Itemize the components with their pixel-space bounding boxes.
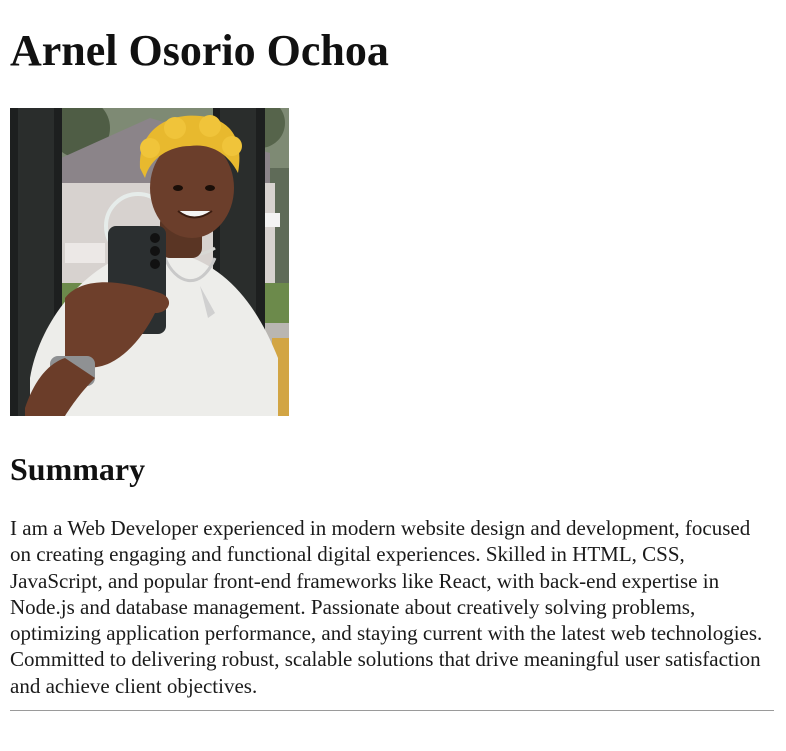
summary-text: I am a Web Developer experienced in mode… bbox=[10, 516, 763, 698]
profile-photo-icon bbox=[10, 108, 289, 416]
summary-heading: Summary bbox=[10, 451, 146, 487]
page-title: Arnel Osorio Ochoa bbox=[10, 26, 389, 75]
profile-photo bbox=[10, 108, 289, 416]
section-divider bbox=[10, 710, 774, 711]
resume-page: Arnel Osorio Ochoa Summary I am a Web De… bbox=[10, 0, 775, 711]
